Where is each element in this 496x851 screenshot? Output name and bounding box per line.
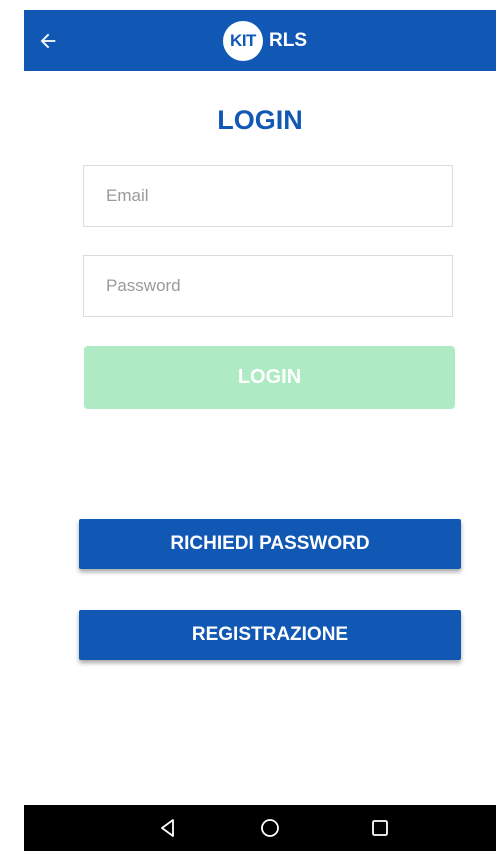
square-recents-icon [372,820,388,836]
register-button[interactable]: REGISTRAZIONE [79,610,461,660]
logo-badge: KIT [223,21,263,61]
system-nav-bar [24,805,496,851]
nav-recents-button[interactable] [365,813,395,843]
back-button[interactable] [30,23,66,59]
app-bar: KIT RLS [24,10,496,71]
logo-text: RLS [269,30,307,51]
request-password-button[interactable]: RICHIEDI PASSWORD [79,519,461,569]
circle-home-icon [261,819,279,837]
arrow-left-icon [40,33,56,49]
login-button[interactable]: LOGIN [84,346,455,409]
triangle-back-icon [161,819,174,837]
app-logo: KIT RLS [223,21,307,61]
password-field[interactable] [83,255,453,317]
nav-home-button[interactable] [255,813,285,843]
email-field[interactable] [83,165,453,227]
nav-back-button[interactable] [153,813,183,843]
page-title: LOGIN [217,105,303,135]
login-screen: KIT RLS LOGIN LOGIN RICHIEDI PASSWORD RE… [24,10,496,851]
